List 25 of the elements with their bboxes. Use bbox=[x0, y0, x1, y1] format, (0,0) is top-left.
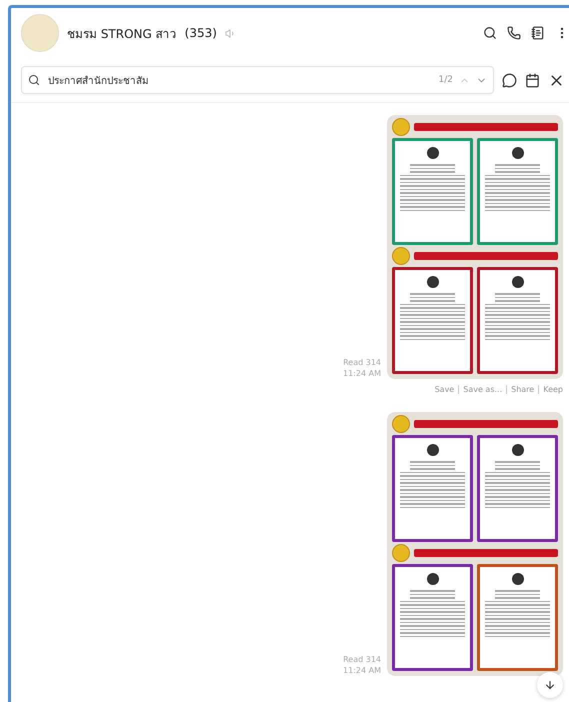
notes-icon[interactable] bbox=[531, 26, 545, 40]
phone-icon[interactable] bbox=[507, 26, 521, 40]
search-icon bbox=[28, 74, 40, 86]
seal-logo-icon bbox=[392, 118, 410, 136]
chat-title: ชมรม STRONG สาว bbox=[67, 26, 177, 42]
search-bar[interactable]: ประกาศสำนักประชาสัม 1/2 bbox=[21, 66, 494, 94]
calendar-icon[interactable] bbox=[525, 72, 540, 88]
seal-logo-icon bbox=[392, 544, 410, 562]
image-message[interactable] bbox=[387, 115, 563, 379]
scroll-down-button[interactable] bbox=[537, 672, 563, 698]
search-icon[interactable] bbox=[483, 26, 497, 40]
match-count: 1/2 bbox=[438, 75, 453, 85]
seal-logo-icon bbox=[392, 247, 410, 265]
image-action-link[interactable]: Keep bbox=[538, 385, 563, 394]
search-input[interactable]: ประกาศสำนักประชาสัม bbox=[46, 74, 433, 86]
member-count: (353) bbox=[184, 26, 217, 40]
image-action-link[interactable]: Save bbox=[434, 385, 454, 394]
image-message[interactable] bbox=[387, 412, 563, 676]
seal-logo-icon bbox=[392, 415, 410, 433]
chat-bubble-icon[interactable] bbox=[502, 72, 517, 88]
image-action-link[interactable]: Share bbox=[506, 385, 534, 394]
image-action-link[interactable]: Save as... bbox=[458, 385, 502, 394]
read-status: Read 314 11:24 AM bbox=[343, 654, 381, 676]
read-status: Read 314 11:24 AM bbox=[343, 356, 381, 379]
down-arrow-icon bbox=[544, 679, 556, 691]
